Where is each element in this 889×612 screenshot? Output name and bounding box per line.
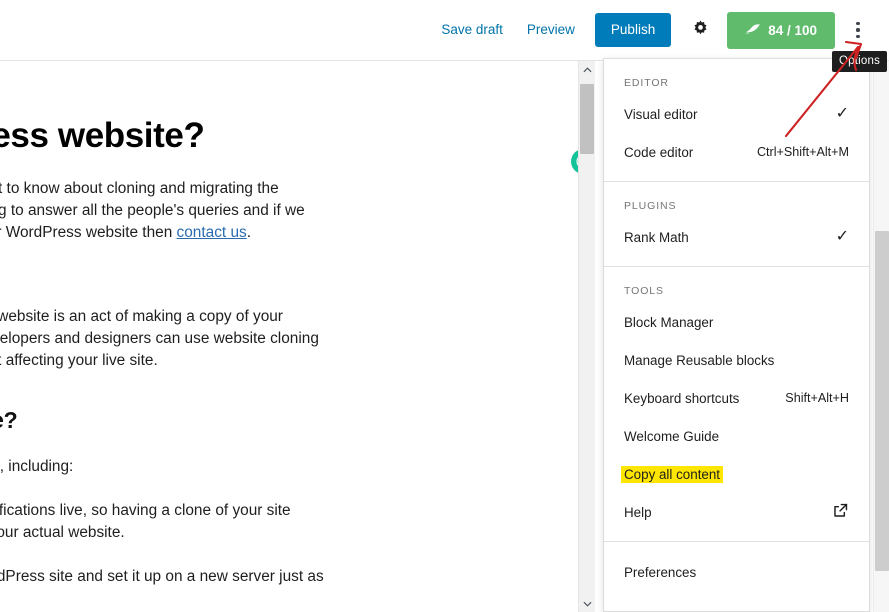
menu-group-plugins: PLUGINS Rank Math ✓ (604, 182, 869, 267)
menu-item-label: Manage Reusable blocks (624, 352, 775, 368)
menu-item-visual-editor[interactable]: Visual editor ✓ (604, 95, 869, 133)
publish-button[interactable]: Publish (594, 13, 672, 47)
menu-item-rank-math[interactable]: Rank Math ✓ (604, 218, 869, 256)
paragraph-2-line-2: uct a new one. Developers and designers … (0, 329, 319, 347)
menu-item-label: Preferences (624, 564, 697, 580)
menu-item-help[interactable]: Help (604, 493, 869, 531)
paragraph-1-line-3-post: . (246, 224, 251, 241)
contact-us-link[interactable]: contact us (177, 224, 247, 241)
scroll-down-arrow-icon[interactable] (579, 595, 595, 612)
menu-item-shortcut: Ctrl+Shift+Alt+M (756, 145, 849, 159)
menu-item-label: Welcome Guide (624, 428, 720, 444)
save-draft-button[interactable]: Save draft (431, 15, 513, 45)
menu-item-label: Keyboard shortcuts (624, 390, 740, 406)
post-content-area[interactable]: WordPress website? ss website. Or want t… (0, 61, 578, 612)
menu-item-block-manager[interactable]: Block Manager (604, 303, 869, 341)
kebab-dot-1 (856, 22, 860, 26)
paragraph-2-line-1: ne thing. A cloning website is an act of… (0, 307, 283, 325)
menu-group-label-tools: TOOLS (624, 285, 664, 297)
paragraph-4-line-2: before upgrading your actual website. (0, 523, 125, 541)
options-dropdown-menu[interactable]: EDITOR Visual editor ✓ Code editor Ctrl+… (603, 58, 870, 612)
paragraph-2-line-3: provements without affecting your live s… (0, 351, 158, 369)
settings-gear-button[interactable] (685, 15, 715, 45)
menu-group-tools: TOOLS Block Manager Manage Reusable bloc… (604, 267, 869, 542)
post-document: WordPress website? ss website. Or want t… (0, 61, 578, 588)
editor-scrollbar-thumb[interactable] (580, 84, 594, 154)
post-paragraph-4[interactable]: est enormous modifications live, so havi… (0, 500, 578, 544)
post-paragraph-2[interactable]: ne thing. A cloning website is an act of… (0, 306, 578, 372)
menu-item-keyboard-shortcuts[interactable]: Keyboard shortcuts Shift+Alt+H (604, 379, 869, 417)
menu-item-label: Rank Math (624, 229, 689, 245)
menu-item-shortcut: Shift+Alt+H (785, 391, 849, 405)
menu-item-welcome-guide[interactable]: Welcome Guide (604, 417, 869, 455)
post-heading-main[interactable]: WordPress website? (0, 116, 578, 156)
menu-group-editor: EDITOR Visual editor ✓ Code editor Ctrl+… (604, 59, 869, 182)
paragraph-1-line-2: we prepare this blog to answer all the p… (0, 202, 305, 220)
post-paragraph-1[interactable]: ss website. Or want to know about clonin… (0, 178, 578, 244)
gear-icon (691, 19, 710, 41)
external-link-icon (832, 502, 849, 522)
check-icon: ✓ (835, 228, 849, 245)
menu-group-label-plugins: PLUGINS (624, 200, 677, 212)
paragraph-4-line-1: est enormous modifications live, so havi… (0, 501, 291, 519)
editor-top-toolbar: Save draft Preview Publish 84 / 100 (0, 0, 889, 61)
menu-item-label: Help (624, 504, 652, 520)
menu-item-manage-reusable-blocks[interactable]: Manage Reusable blocks (604, 341, 869, 379)
menu-item-label: Code editor (624, 144, 694, 160)
paragraph-1-line-1: ss website. Or want to know about clonin… (0, 180, 279, 198)
check-icon: ✓ (835, 105, 849, 122)
menu-item-code-editor[interactable]: Code editor Ctrl+Shift+Alt+M (604, 133, 869, 171)
menu-item-preferences[interactable]: Preferences (604, 548, 869, 591)
menu-item-label: Copy all content (621, 465, 724, 483)
paragraph-1-line-3-pre: arding Cloning your WordPress website th… (0, 224, 173, 241)
options-kebab-button[interactable] (845, 12, 871, 48)
page-vertical-scrollbar[interactable] (873, 61, 889, 612)
scroll-up-arrow-icon[interactable] (579, 61, 595, 78)
menu-group-preferences: Preferences (604, 542, 869, 601)
seo-score-button[interactable]: 84 / 100 (727, 11, 835, 49)
post-heading-sub[interactable]: ress website? (0, 407, 578, 435)
page-scrollbar-thumb[interactable] (875, 231, 889, 571)
post-paragraph-5[interactable]: may take your WordPress site and set it … (0, 566, 578, 588)
rank-math-icon (745, 23, 761, 38)
menu-item-label: Block Manager (624, 314, 714, 330)
editor-vertical-scrollbar[interactable] (578, 61, 595, 612)
menu-item-copy-all-content[interactable]: Copy all content (604, 455, 869, 493)
menu-group-label-editor: EDITOR (624, 77, 669, 89)
kebab-dot-3 (856, 34, 860, 38)
seo-score-value: 84 / 100 (768, 22, 817, 38)
wordpress-block-editor: Save draft Preview Publish 84 / 100 ess … (0, 0, 889, 612)
menu-item-label: Visual editor (624, 106, 698, 122)
preview-button[interactable]: Preview (517, 15, 585, 45)
kebab-dot-2 (856, 28, 860, 32)
options-tooltip: Options (832, 51, 888, 72)
post-paragraph-3[interactable]: variety of situations, including: (0, 456, 578, 478)
